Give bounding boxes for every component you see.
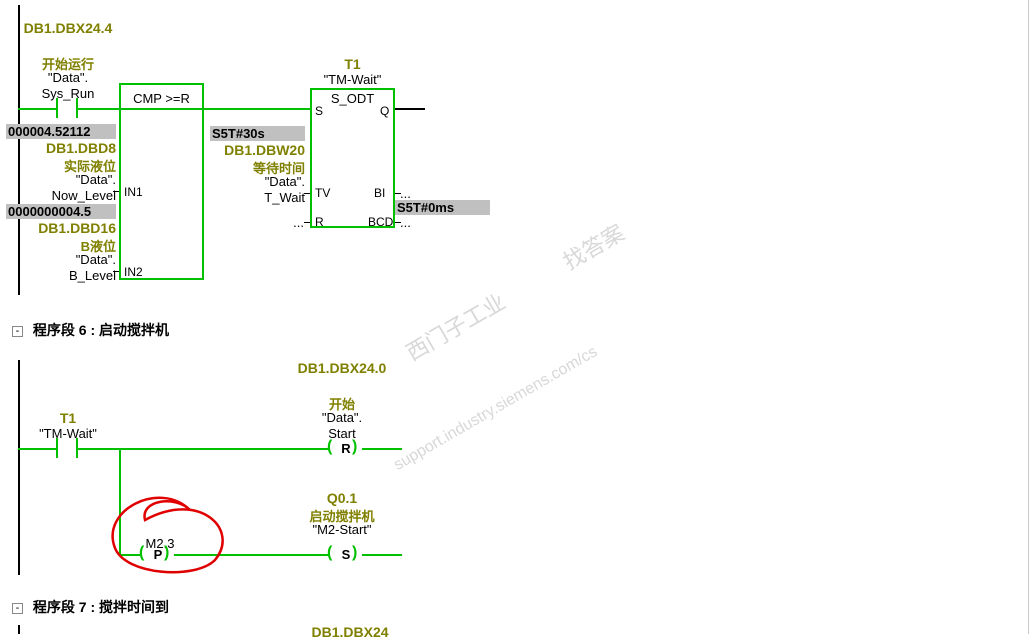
- bi-connector: [395, 193, 401, 194]
- wire-cmp-to-timer: [204, 108, 310, 110]
- timer-tv-val: S5T#30s: [210, 126, 305, 141]
- n6-s-addr: Q0.1: [292, 490, 392, 506]
- cmp-in1-addr: DB1.DBD8: [6, 140, 116, 156]
- contact1-sym1: "Data".: [20, 70, 116, 85]
- n6-branch-vert: [119, 448, 121, 556]
- timer-s-pin: S: [315, 104, 323, 118]
- right-divider: [1028, 0, 1029, 634]
- timer-tv-sym2: T_Wait: [210, 190, 305, 205]
- timer-name: T1: [310, 56, 395, 72]
- bcd-connector: [395, 222, 401, 223]
- n6-s-out: [362, 554, 402, 556]
- timer-tv-pin: TV: [315, 186, 330, 200]
- contact1-sym2: Sys_Run: [20, 86, 116, 101]
- timer-tv-sym1: "Data".: [210, 174, 305, 189]
- in1-connector: [113, 191, 119, 192]
- cmp-in1-pin: IN1: [124, 185, 143, 199]
- n6-p-coil-open: (: [139, 544, 144, 562]
- collapse-icon-7[interactable]: -: [12, 603, 23, 614]
- n6-contact-to-branch: [76, 448, 119, 450]
- n6-branch-to-p: [119, 554, 141, 556]
- network7-peek: DB1.DBX24: [300, 624, 400, 640]
- cmp-in1-sym1: "Data".: [6, 172, 116, 187]
- in2-connector: [113, 271, 119, 272]
- cmp-block: [119, 83, 204, 280]
- contact1-addr: DB1.DBX24.4: [20, 20, 116, 36]
- timer-bi-out: ...: [400, 186, 430, 201]
- n6-p-coil-close: ): [164, 544, 169, 562]
- contact1-left: [56, 98, 58, 118]
- timer-sym: "TM-Wait": [310, 72, 395, 87]
- n6-contact-sym: "TM-Wait": [20, 426, 116, 441]
- timer-bcd-out: ...: [400, 215, 430, 230]
- n6-r-sym2: Start: [292, 426, 392, 441]
- n6-contact-left: [56, 438, 58, 458]
- section6-title: 程序段 6 : 启动搅拌机: [33, 322, 169, 338]
- n6-r-addr: DB1.DBX24.0: [292, 360, 392, 376]
- section6-header[interactable]: - 程序段 6 : 启动搅拌机: [12, 320, 169, 340]
- cmp-divider: [119, 108, 204, 110]
- n6-s-coil-open: (: [327, 544, 332, 562]
- cmp-in1-val: 000004.52112: [6, 124, 116, 139]
- tv-connector: [304, 193, 310, 194]
- wire-contact-to-cmp: [76, 108, 119, 110]
- n6-rail-to-contact: [18, 448, 56, 450]
- timer-q-pin: Q: [380, 104, 389, 118]
- watermark-2: 找答案: [556, 216, 629, 277]
- timer-q-val: S5T#0ms: [395, 200, 490, 215]
- n6-r-sym1: "Data".: [292, 410, 392, 425]
- cmp-in2-sym1: "Data".: [6, 252, 116, 267]
- network6-rail: [18, 360, 20, 575]
- n6-contact-name: T1: [20, 410, 116, 426]
- timer-r-pin: R: [315, 215, 324, 229]
- network7-rail: [18, 625, 20, 634]
- n6-s-coil-close: ): [352, 544, 357, 562]
- cmp-in2-val: 0000000004.5: [6, 204, 116, 219]
- cmp-in2-pin: IN2: [124, 265, 143, 279]
- watermark-1: 西门子工业: [399, 285, 510, 368]
- section7-header[interactable]: - 程序段 7 : 搅拌时间到: [12, 597, 169, 617]
- n6-r-out: [362, 448, 402, 450]
- timer-bcd-pin: BCD: [368, 215, 393, 229]
- cmp-in2-addr: DB1.DBD16: [6, 220, 116, 236]
- cmp-in2-sym2: B_Level: [6, 268, 116, 283]
- cmp-title: CMP >=R: [119, 91, 204, 106]
- n6-p-to-s: [174, 554, 329, 556]
- wire-rail-to-contact: [18, 108, 56, 110]
- q-out-wire: [395, 108, 425, 110]
- timer-r-in: ...: [280, 215, 304, 230]
- watermark-3: support.industry.siemens.com/cs: [391, 343, 601, 474]
- n6-s-sym: "M2-Start": [292, 522, 392, 537]
- timer-tv-addr: DB1.DBW20: [210, 142, 305, 158]
- cmp-in1-sym2: Now_Level: [6, 188, 116, 203]
- n6-branch-upper: [119, 448, 329, 450]
- r-connector: [304, 222, 310, 223]
- section7-title: 程序段 7 : 搅拌时间到: [33, 599, 169, 615]
- timer-bi-pin: BI: [374, 186, 385, 200]
- collapse-icon[interactable]: -: [12, 326, 23, 337]
